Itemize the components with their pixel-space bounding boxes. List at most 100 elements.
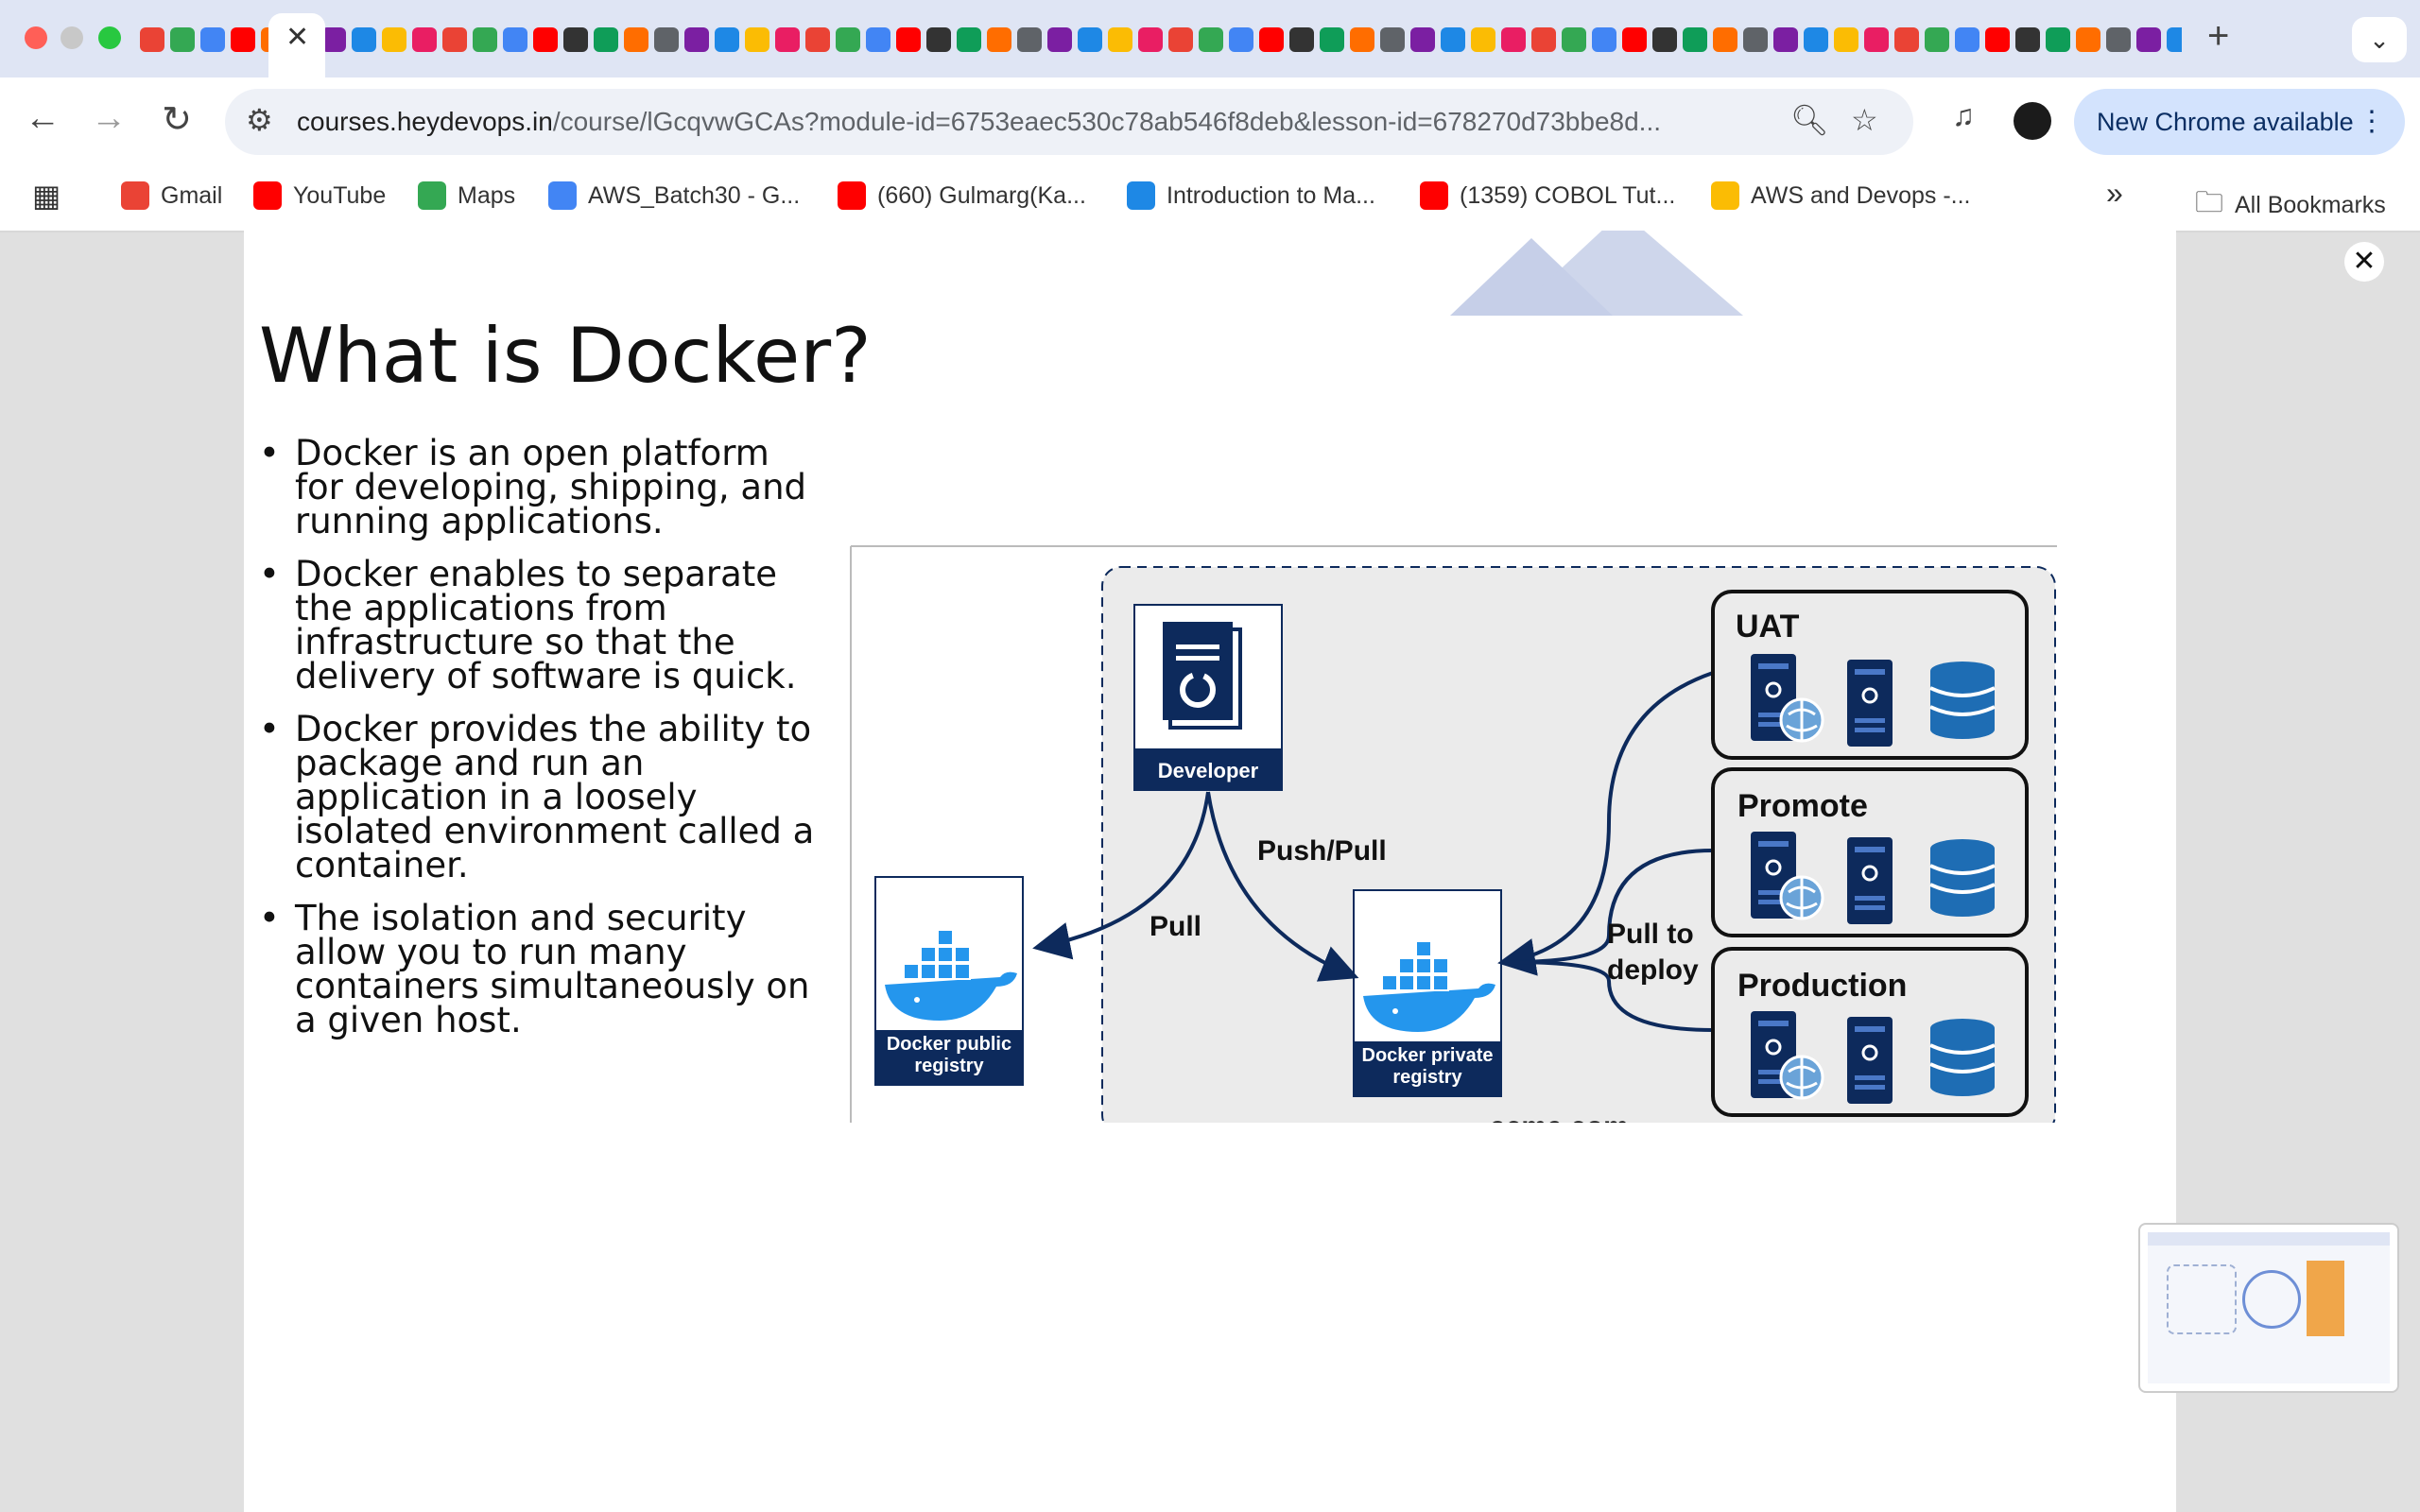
tab-favicon-icon[interactable] bbox=[2046, 27, 2070, 52]
tab-favicon-icon[interactable] bbox=[745, 27, 769, 52]
site-settings-icon[interactable]: ⚙ bbox=[246, 102, 273, 138]
tab-favicon-icon[interactable] bbox=[594, 27, 618, 52]
tab-favicon-icon[interactable] bbox=[926, 27, 951, 52]
bookmark-item[interactable]: AWS and Devops -... bbox=[1711, 181, 1971, 210]
tab-favicon-icon[interactable] bbox=[2136, 27, 2161, 52]
tab-favicon-icon[interactable] bbox=[1864, 27, 1889, 52]
tab-favicon-icon[interactable] bbox=[1380, 27, 1405, 52]
tab-favicon-icon[interactable] bbox=[1108, 27, 1132, 52]
tab-favicon-icon[interactable] bbox=[1622, 27, 1647, 52]
back-icon[interactable]: ← bbox=[19, 98, 66, 139]
tab-favicon-icon[interactable] bbox=[715, 27, 739, 52]
tab-favicon-icon[interactable] bbox=[684, 27, 709, 52]
tab-favicon-icon[interactable] bbox=[1047, 27, 1072, 52]
new-chrome-label: New Chrome available bbox=[2097, 108, 2354, 136]
pull-to-deploy-label-1: Pull to bbox=[1607, 919, 1694, 950]
tab-favicon-icon[interactable] bbox=[1471, 27, 1495, 52]
tab-favicon-icon[interactable] bbox=[442, 27, 467, 52]
tab-favicon-icon[interactable] bbox=[1501, 27, 1526, 52]
profile-avatar[interactable] bbox=[2014, 102, 2051, 140]
bookmark-item[interactable]: (1359) COBOL Tut... bbox=[1420, 181, 1675, 210]
tab-favicon-icon[interactable] bbox=[2076, 27, 2100, 52]
tab-favicon-icon[interactable] bbox=[1138, 27, 1163, 52]
tab-favicon-icon[interactable] bbox=[987, 27, 1011, 52]
tab-favicon-icon[interactable] bbox=[1350, 27, 1374, 52]
bookmark-item[interactable]: Gmail bbox=[121, 181, 222, 210]
tab-favicon-icon[interactable] bbox=[1410, 27, 1435, 52]
tab-close-icon[interactable]: ✕ bbox=[285, 21, 309, 54]
url-text[interactable]: courses.heydevops.in/course/lGcqvwGCAs?m… bbox=[297, 107, 1661, 137]
apps-grid-icon[interactable]: ▦ bbox=[32, 178, 60, 214]
tab-favicon-icon[interactable] bbox=[1078, 27, 1102, 52]
more-menu-icon[interactable]: ⋮ bbox=[2358, 89, 2386, 155]
media-control-icon[interactable]: ♫ bbox=[1940, 98, 1987, 133]
tab-favicon-icon[interactable] bbox=[1894, 27, 1919, 52]
minimize-window-button[interactable] bbox=[60, 26, 83, 49]
all-bookmarks-folder[interactable]: 🗀 All Bookmarks bbox=[2195, 181, 2386, 230]
tab-favicon-icon[interactable] bbox=[1592, 27, 1616, 52]
tab-favicon-icon[interactable] bbox=[1289, 27, 1314, 52]
tab-favicon-icon[interactable] bbox=[1925, 27, 1949, 52]
close-slide-button[interactable]: ✕ bbox=[2344, 242, 2384, 282]
tab-favicon-icon[interactable] bbox=[1652, 27, 1677, 52]
tab-favicon-icon[interactable] bbox=[231, 27, 255, 52]
close-window-button[interactable] bbox=[25, 26, 47, 49]
bookmark-item[interactable]: Introduction to Ma... bbox=[1127, 181, 1375, 210]
address-bar[interactable]: ⚙ courses.heydevops.in/course/lGcqvwGCAs… bbox=[225, 89, 1913, 155]
tab-favicon-icon[interactable] bbox=[1199, 27, 1223, 52]
tab-favicon-icon[interactable] bbox=[1441, 27, 1465, 52]
tab-favicon-icon[interactable] bbox=[836, 27, 860, 52]
bookmark-item[interactable]: (660) Gulmarg(Ka... bbox=[838, 181, 1086, 210]
tab-favicon-icon[interactable] bbox=[170, 27, 195, 52]
tab-favicon-icon[interactable] bbox=[503, 27, 527, 52]
tab-favicon-icon[interactable] bbox=[412, 27, 437, 52]
tab-favicon-icon[interactable] bbox=[563, 27, 588, 52]
forward-icon[interactable]: → bbox=[85, 98, 132, 139]
tab-favicon-icon[interactable] bbox=[1683, 27, 1707, 52]
tab-favicon-icon[interactable] bbox=[1562, 27, 1586, 52]
private-registry-node: Docker private registry bbox=[1353, 889, 1502, 1097]
tab-favicon-icon[interactable] bbox=[1259, 27, 1284, 52]
zoom-icon[interactable]: 🔍︎ bbox=[1790, 102, 1829, 138]
tab-favicon-icon[interactable] bbox=[2167, 27, 2182, 52]
tab-favicon-icon[interactable] bbox=[1713, 27, 1737, 52]
tab-favicon-icon[interactable] bbox=[1229, 27, 1253, 52]
tab-favicon-icon[interactable] bbox=[1985, 27, 2010, 52]
zoom-window-button[interactable] bbox=[98, 26, 121, 49]
bookmark-item[interactable]: YouTube bbox=[253, 181, 386, 210]
tab-favicon-icon[interactable] bbox=[1834, 27, 1858, 52]
picture-in-picture-thumbnail[interactable] bbox=[2138, 1223, 2399, 1393]
tab-favicon-icon[interactable] bbox=[624, 27, 648, 52]
tab-favicon-icon[interactable] bbox=[1017, 27, 1042, 52]
tab-favicon-icon[interactable] bbox=[2015, 27, 2040, 52]
bookmark-item[interactable]: AWS_Batch30 - G... bbox=[548, 181, 800, 210]
tab-favicon-icon[interactable] bbox=[382, 27, 406, 52]
tab-favicon-icon[interactable] bbox=[2106, 27, 2131, 52]
reload-icon[interactable]: ↻ bbox=[153, 98, 200, 141]
tab-favicon-icon[interactable] bbox=[896, 27, 921, 52]
tab-favicon-icon[interactable] bbox=[1773, 27, 1798, 52]
tab-favicon-icon[interactable] bbox=[473, 27, 497, 52]
tab-favicon-icon[interactable] bbox=[805, 27, 830, 52]
tab-favicon-icon[interactable] bbox=[957, 27, 981, 52]
tab-favicon-icon[interactable] bbox=[654, 27, 679, 52]
bookmark-favicon-icon bbox=[1711, 181, 1739, 210]
tab-favicon-icon[interactable] bbox=[200, 27, 225, 52]
bookmark-item[interactable]: Maps bbox=[418, 181, 515, 210]
tab-favicon-icon[interactable] bbox=[352, 27, 376, 52]
tab-search-button[interactable]: ⌄ bbox=[2352, 17, 2407, 62]
bookmarks-overflow-icon[interactable]: » bbox=[2106, 176, 2123, 211]
tab-favicon-icon[interactable] bbox=[140, 27, 164, 52]
tab-favicon-icon[interactable] bbox=[1168, 27, 1193, 52]
new-chrome-available-button[interactable]: New Chrome available ⋮ bbox=[2074, 89, 2405, 155]
tab-favicon-icon[interactable] bbox=[1320, 27, 1344, 52]
tab-favicon-icon[interactable] bbox=[1743, 27, 1768, 52]
tab-favicon-icon[interactable] bbox=[1804, 27, 1828, 52]
tab-favicon-icon[interactable] bbox=[1955, 27, 1979, 52]
tab-favicon-icon[interactable] bbox=[866, 27, 890, 52]
tab-favicon-icon[interactable] bbox=[1531, 27, 1556, 52]
tab-favicon-icon[interactable] bbox=[533, 27, 558, 52]
new-tab-button[interactable]: + bbox=[2207, 15, 2229, 58]
bookmark-star-icon[interactable]: ☆ bbox=[1851, 102, 1878, 138]
tab-favicon-icon[interactable] bbox=[775, 27, 800, 52]
